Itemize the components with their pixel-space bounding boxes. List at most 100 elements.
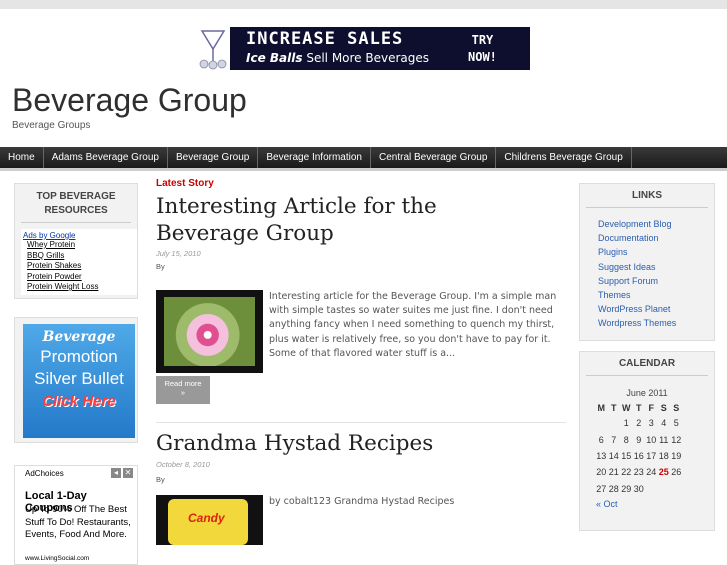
ad-link-bbq-grills[interactable]: BBQ Grills <box>27 251 137 262</box>
calendar-day: 14 <box>608 450 619 461</box>
google-ads-box: Ads by Google Whey Protein BBQ Grills Pr… <box>21 229 137 295</box>
nav-item-adams-beverage-group[interactable]: Adams Beverage Group <box>44 147 168 168</box>
link-development-blog[interactable]: Development Blog <box>598 217 714 231</box>
link-documentation[interactable]: Documentation <box>598 231 714 245</box>
calendar-day: 7 <box>611 434 617 445</box>
candy-image: Candy <box>168 499 248 545</box>
calendar-day: 20 <box>596 467 607 478</box>
calendar-day: 10 <box>646 434 657 445</box>
post-title[interactable]: Grandma Hystad Recipes <box>156 430 536 457</box>
nav-shadow <box>0 168 727 171</box>
weekday: W <box>622 403 631 413</box>
post-excerpt: Interesting article for the Beverage Gro… <box>269 291 557 359</box>
calendar-day: 19 <box>671 450 682 461</box>
ad-link-protein-shakes[interactable]: Protein Shakes <box>27 261 137 272</box>
ad-link-whey-protein[interactable]: Whey Protein <box>27 240 137 251</box>
calendar-day: 30 <box>633 483 644 494</box>
calendar-day: 6 <box>598 434 604 445</box>
flower-image <box>164 297 255 366</box>
calendar-day: 25 <box>658 467 669 478</box>
promo-widget: Beverage Promotion Silver Bullet Click H… <box>14 317 138 443</box>
calendar-day: 13 <box>596 450 607 461</box>
post-thumbnail[interactable]: Candy <box>156 495 263 545</box>
link-support-forum[interactable]: Support Forum <box>598 274 714 288</box>
banner-headline: INCREASE SALES <box>246 29 404 49</box>
calendar-day: 2 <box>636 418 642 429</box>
ad-url[interactable]: www.LivingSocial.com <box>25 555 89 562</box>
main-nav: Home Adams Beverage Group Beverage Group… <box>0 147 727 168</box>
read-more-button[interactable]: Read more » <box>156 376 210 404</box>
nav-item-home[interactable]: Home <box>0 147 44 168</box>
calendar-week: 6 7 8 9 10 11 12 <box>595 431 683 447</box>
calendar-day: 16 <box>633 450 644 461</box>
martini-glass-icon <box>199 30 227 70</box>
post-excerpt: by cobalt123 Grandma Hystad Recipes <box>269 496 455 507</box>
post-title[interactable]: Interesting Article for the Beverage Gro… <box>156 193 536 247</box>
site-title[interactable]: Beverage Group <box>12 82 247 119</box>
calendar-day: 4 <box>661 418 667 429</box>
calendar-month: June 2011 <box>626 388 668 398</box>
calendar-day: 1 <box>623 418 629 429</box>
calendar-empty-cell <box>645 481 658 497</box>
ads-by-google-link[interactable]: Ads by Google <box>23 231 137 240</box>
link-wordpress-themes[interactable]: Wordpress Themes <box>598 316 714 330</box>
calendar-table: M T W T F S S 1 2 3 4 5 6 7 8 9 10 11 12 13 14 15 16 17 1… <box>595 401 683 497</box>
adchoices-widget: AdChoices ◂ ✕ Local 1-Day Coupons Up To … <box>14 465 138 565</box>
link-suggest-ideas[interactable]: Suggest Ideas <box>598 260 714 274</box>
nav-item-childrens-beverage-group[interactable]: Childrens Beverage Group <box>496 147 632 168</box>
links-widget: LINKS Development Blog Documentation Plu… <box>579 183 715 341</box>
link-plugins[interactable]: Plugins <box>598 245 714 259</box>
promo-line-2: Promotion <box>40 347 118 366</box>
read-more-arrow-icon: » <box>180 388 186 397</box>
adchoices-close-icon[interactable]: ✕ <box>123 468 133 478</box>
calendar-day: 28 <box>608 483 619 494</box>
calendar-week: 20 21 22 23 24 25 26 <box>595 464 683 480</box>
promo-banner[interactable]: Beverage Promotion Silver Bullet Click H… <box>23 324 135 438</box>
calendar-day: 12 <box>671 434 682 445</box>
calendar-prev-link[interactable]: « Oct <box>596 499 714 509</box>
post-thumbnail[interactable] <box>156 290 263 373</box>
link-themes[interactable]: Themes <box>598 288 714 302</box>
top-resources-title: TOP BEVERAGE RESOURCES <box>36 191 116 216</box>
calendar-day: 23 <box>633 467 644 478</box>
right-sidebar: LINKS Development Blog Documentation Plu… <box>579 183 715 531</box>
post-date: October 8, 2010 <box>156 460 210 469</box>
promo-line-3: Silver Bullet <box>34 369 124 388</box>
widget-divider <box>586 375 708 376</box>
ad-link-protein-powder[interactable]: Protein Powder <box>27 272 137 283</box>
banner-cta[interactable]: TRY NOW! <box>468 32 497 66</box>
calendar-day: 29 <box>621 483 632 494</box>
banner-ad[interactable]: INCREASE SALES Ice Balls Sell More Bever… <box>198 27 530 70</box>
banner-ad-body[interactable]: INCREASE SALES Ice Balls Sell More Bever… <box>230 27 530 70</box>
adchoices-prev-icon[interactable]: ◂ <box>111 468 121 478</box>
calendar-empty-cell <box>608 415 621 431</box>
ad-link-protein-weight-loss[interactable]: Protein Weight Loss <box>27 282 137 293</box>
calendar-day: 11 <box>659 434 669 445</box>
banner-subline: Ice Balls Sell More Beverages <box>246 51 429 65</box>
main-content: Latest Story Interesting Article for the… <box>156 178 566 545</box>
nav-item-beverage-information[interactable]: Beverage Information <box>258 147 371 168</box>
nav-item-central-beverage-group[interactable]: Central Beverage Group <box>371 147 497 168</box>
calendar-week: 13 14 15 16 17 18 19 <box>595 448 683 464</box>
calendar-weekdays: M T W T F S S <box>595 401 683 415</box>
read-more-label: Read more <box>164 379 202 388</box>
calendar-week: 12345 <box>595 415 683 431</box>
calendar-day: 27 <box>596 483 607 494</box>
calendar-week: 27 28 29 30 <box>595 481 683 497</box>
calendar-day: 15 <box>621 450 632 461</box>
calendar-empty-cell <box>670 481 683 497</box>
promo-click-here[interactable]: Click Here <box>23 393 135 410</box>
link-wordpress-planet[interactable]: WordPress Planet <box>598 302 714 316</box>
latest-story-label: Latest Story <box>156 178 214 189</box>
links-list: Development Blog Documentation Plugins S… <box>598 217 714 331</box>
nav-item-beverage-group[interactable]: Beverage Group <box>168 147 259 168</box>
banner-cta-top: TRY <box>471 33 494 47</box>
widget-divider <box>21 222 131 223</box>
links-title: LINKS <box>632 190 662 201</box>
post-byline: By <box>156 475 165 484</box>
adchoices-label[interactable]: AdChoices <box>25 469 64 478</box>
calendar-day: 8 <box>623 434 629 445</box>
calendar-days: 1 2 3 4 5 6 7 8 9 10 11 12 13 14 15 16 17 18 19 20 21 22 23 24 2… <box>595 415 683 497</box>
calendar-empty-cell <box>595 415 608 431</box>
candy-label: Candy <box>188 511 225 525</box>
